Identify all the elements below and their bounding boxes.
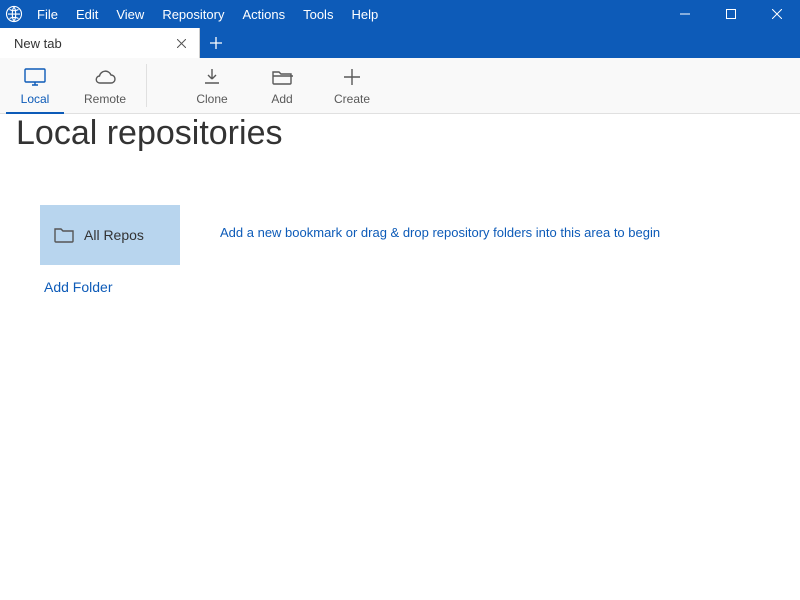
toolbar-clone-button[interactable]: Clone bbox=[177, 58, 247, 113]
folder-open-icon bbox=[271, 66, 293, 88]
toolbar-label: Clone bbox=[196, 92, 227, 106]
content-area: Local repositories All Repos Add Folder … bbox=[0, 114, 800, 295]
toolbar-label: Remote bbox=[84, 92, 126, 106]
close-icon bbox=[177, 39, 186, 48]
menu-edit[interactable]: Edit bbox=[67, 0, 107, 28]
add-folder-link[interactable]: Add Folder bbox=[40, 265, 180, 295]
new-tab-button[interactable] bbox=[200, 28, 232, 58]
toolbar-create-button[interactable]: Create bbox=[317, 58, 387, 113]
empty-state-hint: Add a new bookmark or drag & drop reposi… bbox=[220, 205, 760, 260]
monitor-icon bbox=[23, 66, 47, 88]
page-title: Local repositories bbox=[16, 114, 800, 153]
toolbar-separator bbox=[146, 64, 147, 107]
window-maximize-button[interactable] bbox=[708, 0, 754, 28]
toolbar-label: Add bbox=[271, 92, 292, 106]
plus-icon bbox=[210, 37, 222, 49]
plus-icon bbox=[343, 66, 361, 88]
toolbar-label: Local bbox=[21, 92, 50, 106]
app-icon bbox=[0, 0, 28, 28]
title-bar: File Edit View Repository Actions Tools … bbox=[0, 0, 800, 28]
tab-new[interactable]: New tab bbox=[0, 28, 200, 58]
menu-tools[interactable]: Tools bbox=[294, 0, 342, 28]
tab-label: New tab bbox=[14, 36, 62, 51]
window-controls bbox=[662, 0, 800, 28]
menu-help[interactable]: Help bbox=[342, 0, 387, 28]
main-panel[interactable]: Add a new bookmark or drag & drop reposi… bbox=[180, 205, 800, 295]
window-close-button[interactable] bbox=[754, 0, 800, 28]
menu-file[interactable]: File bbox=[28, 0, 67, 28]
close-icon bbox=[772, 9, 782, 19]
sidebar-item-label: All Repos bbox=[84, 227, 144, 243]
toolbar-local-button[interactable]: Local bbox=[0, 58, 70, 113]
toolbar-remote-button[interactable]: Remote bbox=[70, 58, 140, 113]
tab-strip: New tab bbox=[0, 28, 800, 58]
toolbar-label: Create bbox=[334, 92, 370, 106]
sidebar-item-all-repos[interactable]: All Repos bbox=[40, 205, 180, 265]
window-minimize-button[interactable] bbox=[662, 0, 708, 28]
download-icon bbox=[202, 66, 222, 88]
menu-view[interactable]: View bbox=[107, 0, 153, 28]
menu-actions[interactable]: Actions bbox=[233, 0, 294, 28]
menu-bar: File Edit View Repository Actions Tools … bbox=[28, 0, 387, 28]
minimize-icon bbox=[680, 9, 690, 19]
toolbar: Local Remote Clone Add Create bbox=[0, 58, 800, 114]
toolbar-add-button[interactable]: Add bbox=[247, 58, 317, 113]
menu-repository[interactable]: Repository bbox=[153, 0, 233, 28]
folder-icon bbox=[54, 227, 74, 243]
repo-sidebar: All Repos bbox=[40, 205, 180, 265]
cloud-icon bbox=[92, 66, 118, 88]
tab-close-button[interactable] bbox=[173, 35, 189, 51]
maximize-icon bbox=[726, 9, 736, 19]
